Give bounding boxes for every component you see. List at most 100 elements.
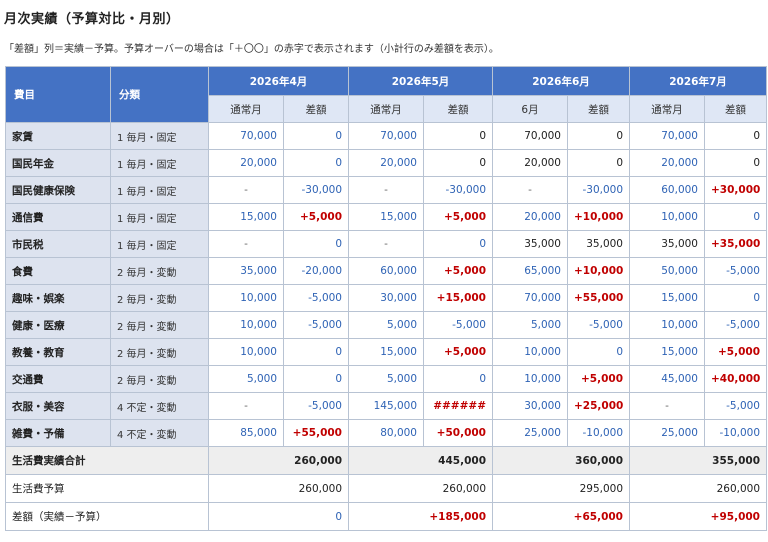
header-month-4: 2026年7月 — [629, 66, 767, 96]
header-sub-plan: 通常月 — [348, 95, 424, 123]
cell-diff: 35,000 — [567, 230, 630, 258]
cell-actual: 10,000 — [629, 311, 705, 339]
header-sub-diff: 差額 — [567, 95, 630, 123]
cell-actual: 70,000 — [208, 122, 284, 150]
cell-actual: 5,000 — [492, 311, 568, 339]
table-row: 趣味・娯楽 2 毎月・変動 10,000 -5,000 30,000 +15,000 70,… — [5, 284, 767, 312]
cell-diff: +35,000 — [704, 230, 767, 258]
header-category: 分類 — [110, 66, 209, 123]
cell-actual: 30,000 — [492, 392, 568, 420]
header-sub-diff: 差額 — [423, 95, 493, 123]
cell-diff: 0 — [283, 149, 349, 177]
cell-diff: 0 — [704, 284, 767, 312]
table-row: 教養・教育 2 毎月・変動 10,000 0 15,000 +5,000 10,000 0 15… — [5, 338, 767, 366]
cell-diff: +5,000 — [423, 338, 493, 366]
cell-diff: +15,000 — [423, 284, 493, 312]
cell-diff: 0 — [567, 122, 630, 150]
cell-diff: -30,000 — [283, 176, 349, 204]
cell-actual: 30,000 — [348, 284, 424, 312]
header-month-1: 2026年4月 — [208, 66, 349, 96]
cell-actual: 15,000 — [348, 203, 424, 231]
cell-actual: 70,000 — [492, 122, 568, 150]
header-month-3: 2026年6月 — [492, 66, 630, 96]
header-sub-plan: 通常月 — [208, 95, 284, 123]
cell-diff: +50,000 — [423, 419, 493, 447]
cell-diff: +5,000 — [704, 338, 767, 366]
summary-value: 445,000 — [348, 446, 493, 475]
cell-diff: +10,000 — [567, 203, 630, 231]
cell-actual: 20,000 — [208, 149, 284, 177]
cell-actual: 10,000 — [208, 338, 284, 366]
summary-value: 260,000 — [348, 474, 493, 503]
summary-label: 差額（実績－予算） — [5, 502, 209, 531]
summary-value: +185,000 — [348, 502, 493, 531]
row-item-name: 趣味・娯楽 — [5, 284, 111, 312]
row-category: 2 毎月・変動 — [110, 284, 209, 312]
cell-diff: 0 — [283, 338, 349, 366]
cell-actual: 5,000 — [208, 365, 284, 393]
summary-label: 生活費実績合計 — [5, 446, 209, 475]
cell-diff: 0 — [423, 230, 493, 258]
table-summary: 生活費実績合計 260,000 445,000 360,000 355,000 生活費予算… — [5, 446, 767, 531]
cell-actual: 25,000 — [629, 419, 705, 447]
cell-actual: 10,000 — [208, 311, 284, 339]
cell-actual: 15,000 — [629, 284, 705, 312]
cell-actual: - — [348, 176, 424, 204]
row-category: 4 不定・変動 — [110, 419, 209, 447]
summary-row-budget: 生活費予算 260,000 260,000 295,000 260,000 — [5, 474, 767, 503]
summary-value: 260,000 — [208, 474, 349, 503]
table-row: 市民税 1 毎月・固定 -0-0 35,000 35,000 35,000 +35,000 — [5, 230, 767, 258]
header-row-months: 費目 分類 2026年4月 2026年5月 2026年6月 2026年7月 — [5, 66, 767, 123]
cell-diff: -5,000 — [423, 311, 493, 339]
cell-diff: 0 — [567, 149, 630, 177]
cell-diff: -5,000 — [704, 392, 767, 420]
cell-actual: 60,000 — [348, 257, 424, 285]
row-category: 4 不定・変動 — [110, 392, 209, 420]
row-category: 1 毎月・固定 — [110, 176, 209, 204]
cell-diff: 0 — [704, 122, 767, 150]
row-item-name: 市民税 — [5, 230, 111, 258]
header-sub-diff: 差額 — [283, 95, 349, 123]
cell-actual: 50,000 — [629, 257, 705, 285]
cell-diff: 0 — [423, 122, 493, 150]
row-category: 1 毎月・固定 — [110, 122, 209, 150]
cell-diff: +10,000 — [567, 257, 630, 285]
summary-value: 360,000 — [492, 446, 630, 475]
row-item-name: 家賃 — [5, 122, 111, 150]
cell-actual: - — [348, 230, 424, 258]
summary-value: 295,000 — [492, 474, 630, 503]
cell-diff: -5,000 — [704, 257, 767, 285]
summary-value: 260,000 — [629, 474, 767, 503]
cell-diff: 0 — [283, 365, 349, 393]
cell-diff: -30,000 — [423, 176, 493, 204]
cell-diff: +5,000 — [423, 257, 493, 285]
table-row: 健康・医療 2 毎月・変動 10,000 -5,000 5,000 -5,000 5,000… — [5, 311, 767, 339]
header-item: 費目 — [5, 66, 111, 123]
cell-diff: 0 — [283, 230, 349, 258]
cell-diff: 0 — [567, 338, 630, 366]
budget-table-wrap: 費目 分類 2026年4月 2026年5月 2026年6月 2026年7月 通常… — [5, 66, 767, 531]
cell-actual: 70,000 — [348, 122, 424, 150]
cell-diff: -10,000 — [567, 419, 630, 447]
cell-actual: 10,000 — [492, 365, 568, 393]
summary-value: 0 — [208, 502, 349, 531]
cell-actual: 10,000 — [208, 284, 284, 312]
summary-label: 生活費予算 — [5, 474, 209, 503]
cell-actual: 5,000 — [348, 311, 424, 339]
page-title: 月次実績（予算対比・月別） — [4, 12, 180, 27]
summary-row-diff: 差額（実績－予算） 0 +185,000 +65,000 +95,000 — [5, 502, 767, 531]
row-category: 2 毎月・変動 — [110, 338, 209, 366]
budget-table: 費目 分類 2026年4月 2026年5月 2026年6月 2026年7月 通常… — [5, 66, 767, 531]
cell-actual: 15,000 — [208, 203, 284, 231]
cell-actual: 20,000 — [348, 149, 424, 177]
header-month-2: 2026年5月 — [348, 66, 493, 96]
header-sub-plan: 通常月 — [629, 95, 705, 123]
row-item-name: 教養・教育 — [5, 338, 111, 366]
cell-diff: +40,000 — [704, 365, 767, 393]
cell-diff: -5,000 — [283, 311, 349, 339]
cell-diff: +5,000 — [567, 365, 630, 393]
cell-diff: -30,000 — [567, 176, 630, 204]
row-item-name: 衣服・美容 — [5, 392, 111, 420]
cell-diff: +55,000 — [283, 419, 349, 447]
cell-diff: -5,000 — [283, 284, 349, 312]
